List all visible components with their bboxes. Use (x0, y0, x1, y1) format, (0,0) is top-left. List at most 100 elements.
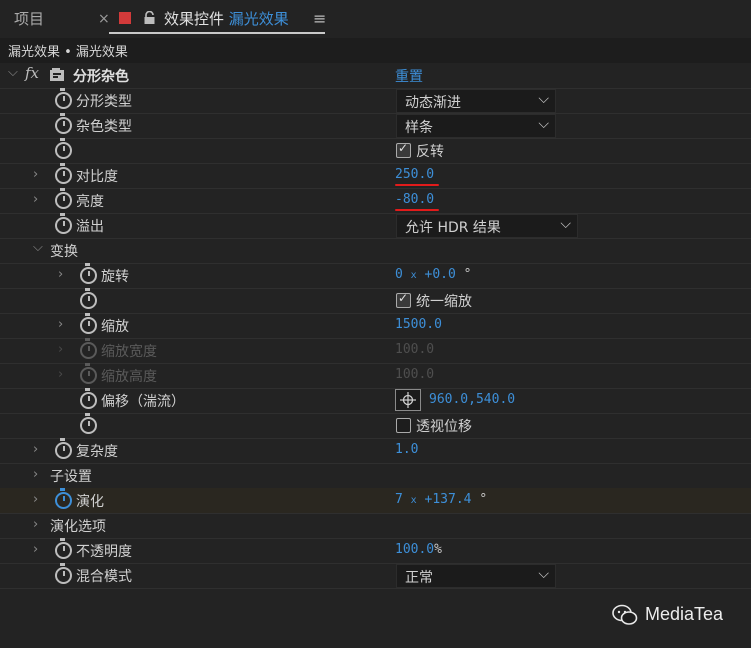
stopwatch-icon[interactable] (55, 563, 72, 584)
evolution-turns: 7 (395, 492, 403, 507)
prop-row-noise-type: 杂色类型 样条 ⌵ (0, 113, 751, 139)
prop-row-evolution: › 演化 7 x +137.4 ° (0, 488, 751, 514)
evolution-value[interactable]: 7 x +137.4 ° (395, 492, 487, 507)
stopwatch-icon[interactable] (80, 388, 97, 409)
chevron-down-icon: ⌵ (538, 116, 549, 132)
prop-row-blend-mode: 混合模式 正常 ⌵ (0, 563, 751, 589)
prop-row-complexity: › 复杂度 1.0 (0, 438, 751, 464)
prop-row-rotation: › 旋转 0 x +0.0 ° (0, 263, 751, 289)
opacity-number: 100.0 (395, 542, 435, 557)
chevron-right-icon[interactable]: › (33, 492, 38, 507)
fractal-type-dropdown[interactable]: 动态渐进 ⌵ (396, 89, 556, 113)
stopwatch-icon[interactable] (55, 438, 72, 459)
prop-label: 混合模式 (76, 569, 132, 585)
chevron-right-icon[interactable]: › (33, 442, 38, 457)
blend-mode-dropdown[interactable]: 正常 ⌵ (396, 564, 556, 588)
evolution-x: x (410, 495, 417, 506)
uniform-scale-checkbox[interactable] (396, 291, 411, 308)
chevron-right-icon[interactable]: › (33, 467, 38, 482)
stopwatch-icon[interactable] (55, 138, 72, 159)
contrast-value[interactable]: 250.0 (395, 167, 434, 182)
prop-label: 旋转 (101, 269, 129, 285)
close-tab-button[interactable]: × (98, 8, 110, 30)
chevron-right-icon[interactable]: › (33, 517, 38, 532)
chevron-right-icon[interactable]: › (58, 317, 63, 332)
stopwatch-icon[interactable] (80, 288, 97, 309)
stopwatch-icon[interactable] (55, 488, 72, 509)
group-label: 子设置 (50, 469, 92, 485)
crosshair-icon[interactable] (395, 389, 421, 411)
noise-type-dropdown[interactable]: 样条 ⌵ (396, 114, 556, 138)
panel-menu-icon[interactable]: ≡ (313, 8, 326, 30)
brightness-value[interactable]: -80.0 (395, 192, 434, 207)
prop-label: 亮度 (76, 194, 104, 210)
percent-unit: % (434, 542, 442, 557)
stopwatch-icon[interactable] (55, 213, 72, 234)
invert-checkbox[interactable] (396, 141, 411, 158)
chevron-down-icon[interactable]: ⌵ (33, 240, 43, 255)
opacity-value[interactable]: 100.0% (395, 542, 442, 557)
chevron-right-icon: › (58, 367, 64, 382)
prop-label: 复杂度 (76, 444, 118, 460)
reset-link[interactable]: 重置 (395, 66, 423, 86)
stopwatch-icon[interactable] (55, 188, 72, 209)
stopwatch-icon[interactable] (80, 313, 97, 334)
chevron-down-icon[interactable]: ⌵ (8, 65, 18, 80)
offset-value[interactable]: 960.0,540.0 (429, 392, 515, 407)
stopwatch-icon[interactable] (80, 263, 97, 284)
uniform-scale-label: 统一缩放 (416, 294, 472, 310)
effect-header-row[interactable]: ⌵ fx 分形杂色 重置 (0, 63, 751, 89)
group-row-evolution-options[interactable]: › 演化选项 (0, 513, 751, 539)
chevron-right-icon[interactable]: › (33, 192, 38, 207)
active-tab-indicator (109, 32, 325, 34)
chevron-right-icon[interactable]: › (33, 542, 38, 557)
stopwatch-icon (80, 338, 97, 359)
rotation-x: x (410, 270, 417, 281)
lock-icon[interactable] (144, 11, 155, 25)
tab-effect-controls[interactable]: 效果控件 漏光效果 (164, 8, 289, 30)
layer-color-swatch (119, 12, 131, 24)
fx-toggle-icon[interactable]: fx (25, 64, 39, 82)
prop-row-fractal-type: 分形类型 动态渐进 ⌵ (0, 88, 751, 114)
evolution-degrees: +137.4 (424, 492, 472, 507)
prop-label: 对比度 (76, 169, 118, 185)
stopwatch-icon[interactable] (55, 88, 72, 109)
tab-effect-controls-label: 效果控件 (164, 10, 225, 28)
highlight-underline (395, 209, 439, 211)
tab-project[interactable]: 项目 (14, 8, 44, 30)
prop-label: 偏移（湍流） (101, 394, 185, 410)
chevron-right-icon[interactable]: › (33, 167, 38, 182)
rotation-turns: 0 (395, 267, 403, 282)
tab-effect-layer-name: 漏光效果 (228, 10, 289, 28)
stopwatch-icon (80, 363, 97, 384)
stopwatch-icon[interactable] (55, 163, 72, 184)
group-row-sub-settings[interactable]: › 子设置 (0, 463, 751, 489)
dropdown-value: 正常 (405, 570, 433, 586)
prop-label: 不透明度 (76, 544, 132, 560)
perspective-checkbox[interactable] (396, 418, 411, 433)
overflow-dropdown[interactable]: 允许 HDR 结果 ⌵ (396, 214, 578, 238)
prop-row-scale: › 缩放 1500.0 (0, 313, 751, 339)
stopwatch-icon[interactable] (80, 413, 97, 434)
dropdown-value: 样条 (405, 120, 433, 136)
invert-label: 反转 (416, 144, 444, 160)
stopwatch-icon[interactable] (55, 113, 72, 134)
complexity-value[interactable]: 1.0 (395, 442, 418, 457)
chevron-right-icon[interactable]: › (58, 267, 63, 282)
dropdown-value: 允许 HDR 结果 (405, 220, 501, 236)
chevron-down-icon: ⌵ (538, 91, 549, 107)
prop-row-offset: 偏移（湍流） 960.0,540.0 (0, 388, 751, 414)
effect-name: 分形杂色 (73, 69, 129, 85)
breadcrumb: 漏光效果 • 漏光效果 (8, 45, 128, 60)
rotation-value[interactable]: 0 x +0.0 ° (395, 267, 471, 282)
rotation-degrees: +0.0 (424, 267, 456, 282)
prop-label: 缩放高度 (101, 369, 157, 385)
stopwatch-icon[interactable] (55, 538, 72, 559)
dropdown-value: 动态渐进 (405, 95, 461, 111)
group-label: 变换 (50, 244, 78, 260)
scale-value[interactable]: 1500.0 (395, 317, 442, 332)
prop-label: 缩放 (101, 319, 129, 335)
prop-label: 缩放宽度 (101, 344, 157, 360)
group-row-transform[interactable]: ⌵ 变换 (0, 238, 751, 264)
panel-tab-bar: 项目 × 效果控件 漏光效果 ≡ (0, 0, 751, 38)
